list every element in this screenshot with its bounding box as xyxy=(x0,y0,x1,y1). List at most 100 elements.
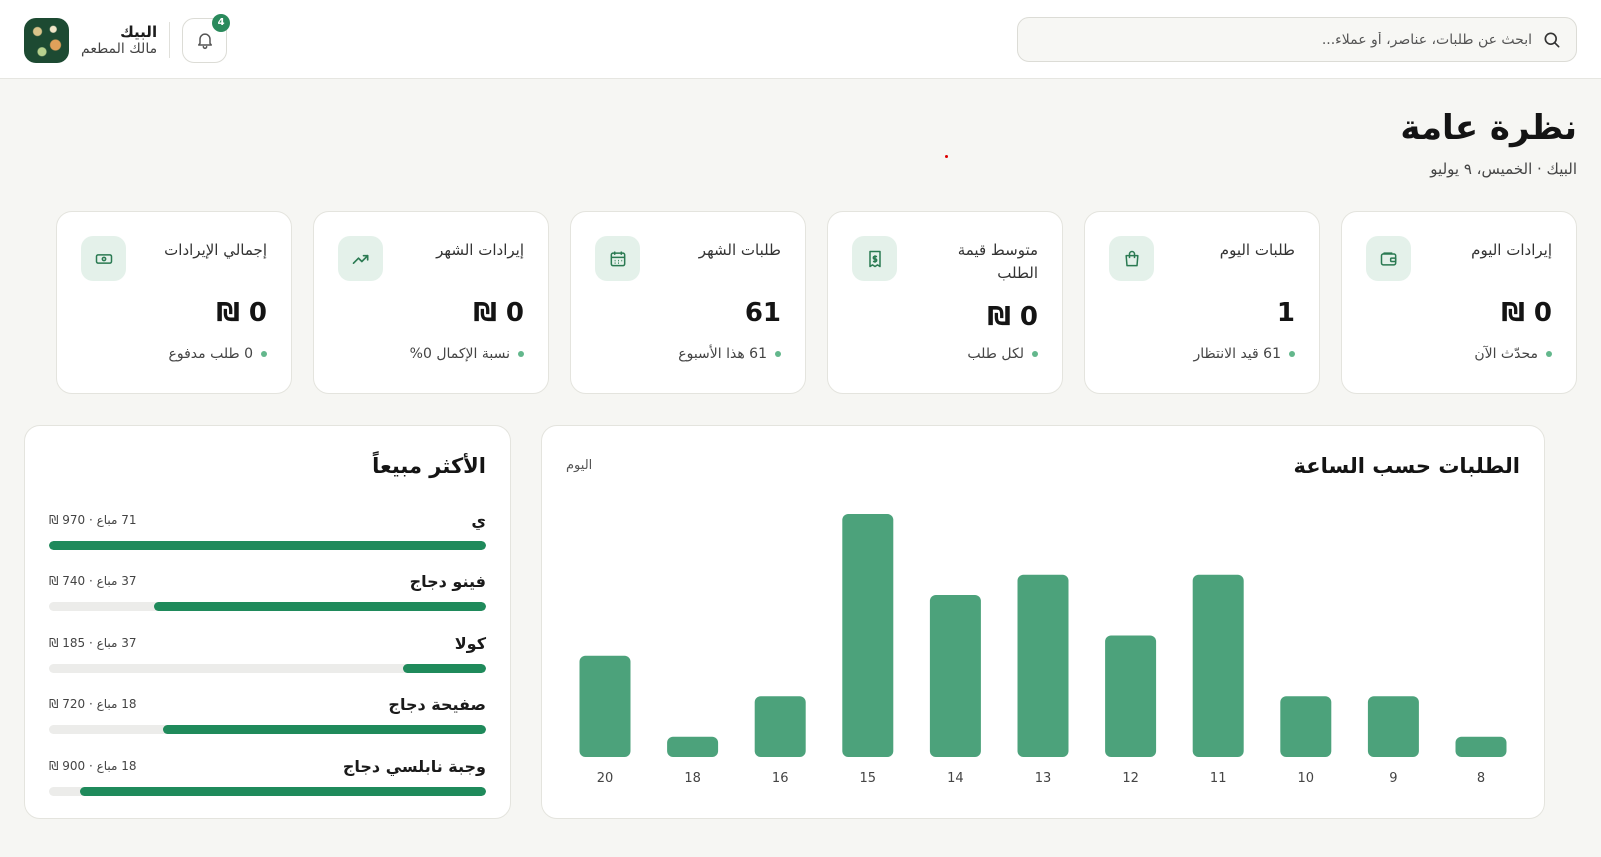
top-bar: البيك مالك المطعم 4 xyxy=(0,0,1601,79)
stat-value: 0 ₪ xyxy=(473,298,524,328)
sales-progress-track xyxy=(49,541,486,550)
banknote-icon xyxy=(81,236,126,281)
best-sellers-title: الأكثر مبيعاً xyxy=(372,454,486,478)
stat-value: 1 xyxy=(1276,298,1295,328)
chart-bar[interactable] xyxy=(1105,635,1157,758)
product-name: ي xyxy=(471,511,486,530)
notifications-button[interactable]: 4 xyxy=(182,13,231,63)
user-name: البيك xyxy=(120,22,158,41)
product-sales-meta: 18 مباع · 900 ₪ xyxy=(49,758,137,773)
stat-sub-text: محدّث الآن xyxy=(1474,346,1538,362)
x-tick-label: 18 xyxy=(684,771,701,786)
product-name: صفيحة دجاج xyxy=(388,695,486,715)
stat-sub: 61 قيد الانتظار xyxy=(1193,346,1295,362)
best-sellers-list: ي 71 مباع · 970 ₪ فينو دجاج 37 مباع · 740 ₪… xyxy=(49,511,486,818)
stat-sub-text: 61 قيد الانتظار xyxy=(1193,346,1282,362)
stat-card-total-revenue[interactable]: إجمالي الإيرادات 0 ₪ 0 طلب مدفوع xyxy=(56,211,292,394)
product-name: وجبة نابلسي دجاج xyxy=(342,756,486,776)
product-name: فينو دجاج xyxy=(409,572,486,592)
chart-bar[interactable] xyxy=(1367,696,1419,757)
page-subtitle: البيك · الخميس، ٩ يوليو xyxy=(1430,160,1577,178)
status-dot xyxy=(518,351,524,357)
x-tick-label: 12 xyxy=(1122,771,1139,786)
user-profile[interactable]: البيك مالك المطعم 4 xyxy=(24,13,231,63)
stat-card-month-orders[interactable]: طلبات الشهر 61 61 هذا الأسبوع xyxy=(570,211,806,394)
product-name: كولا xyxy=(454,633,486,653)
sales-progress-fill xyxy=(153,602,486,612)
stat-sub-text: نسبة الإكمال 0% xyxy=(409,346,510,362)
stat-sub: لكل طلب xyxy=(967,346,1038,362)
receipt-icon xyxy=(852,236,897,281)
sales-progress-fill xyxy=(79,786,486,796)
orders-by-hour-panel: الطلبات حسب الساعة اليوم 8 9 10 11 12 13 14 15 1… xyxy=(541,425,1545,819)
chart-bar[interactable] xyxy=(1280,696,1332,757)
stat-sub-text: 61 هذا الأسبوع xyxy=(678,346,767,362)
search-input[interactable] xyxy=(1018,31,1532,48)
bell-icon xyxy=(197,33,212,50)
stat-label: طلبات الشهر xyxy=(698,241,781,259)
chart-bar[interactable] xyxy=(1192,574,1244,757)
trending-up-icon xyxy=(338,236,383,281)
best-seller-item[interactable]: ي 71 مباع · 970 ₪ xyxy=(49,511,486,572)
chart-bar[interactable] xyxy=(929,595,981,757)
x-tick-label: 14 xyxy=(947,771,964,786)
chart-bar[interactable] xyxy=(842,514,894,757)
search-box[interactable] xyxy=(1017,17,1577,62)
x-tick-label: 9 xyxy=(1389,771,1397,786)
stat-value: 0 ₪ xyxy=(216,298,267,328)
status-dot xyxy=(775,351,781,357)
stat-sub: محدّث الآن xyxy=(1474,346,1552,362)
sales-progress-fill xyxy=(402,663,486,673)
stat-value: 0 ₪ xyxy=(1501,298,1552,328)
best-seller-item[interactable]: صفيحة دجاج 18 مباع · 720 ₪ xyxy=(49,695,486,756)
chart-bar[interactable] xyxy=(1017,574,1069,757)
status-dot xyxy=(1289,351,1295,357)
stat-label: إيرادات اليوم xyxy=(1471,241,1552,259)
stat-card-avg-order-value[interactable]: متوسط قيمة الطلب 0 ₪ لكل طلب xyxy=(827,211,1063,394)
stat-label: متوسط قيمة الطلب xyxy=(957,241,1038,283)
sales-progress-track xyxy=(49,602,486,612)
calendar-icon xyxy=(595,236,640,281)
chart-bar[interactable] xyxy=(754,696,806,757)
wallet-icon xyxy=(1366,236,1411,281)
product-sales-meta: 37 مباع · 740 ₪ xyxy=(49,574,137,589)
stat-value: 61 xyxy=(744,298,781,328)
stat-label: إجمالي الإيرادات xyxy=(164,241,267,259)
sales-progress-fill xyxy=(49,541,486,550)
stats-cards: إيرادات اليوم 0 ₪ محدّث الآن طلبات اليوم… xyxy=(56,211,1577,394)
stat-card-today-orders[interactable]: طلبات اليوم 1 61 قيد الانتظار xyxy=(1084,211,1320,394)
user-role: مالك المطعم xyxy=(81,40,158,57)
stat-label: إيرادات الشهر xyxy=(436,241,524,259)
chart-bar[interactable] xyxy=(579,655,631,757)
chart-bar[interactable] xyxy=(1455,736,1507,757)
x-tick-label: 13 xyxy=(1035,771,1052,786)
sales-progress-fill xyxy=(162,725,486,735)
chart-bar[interactable] xyxy=(667,736,719,757)
artifact-dot xyxy=(945,155,948,158)
stat-sub: 0 طلب مدفوع xyxy=(169,346,267,362)
stat-card-month-revenue[interactable]: إيرادات الشهر 0 ₪ نسبة الإكمال 0% xyxy=(313,211,549,394)
product-sales-meta: 37 مباع · 185 ₪ xyxy=(49,635,137,650)
x-tick-label: 10 xyxy=(1298,771,1315,786)
orders-bar-chart: 8 9 10 11 12 13 14 15 16 18 20 xyxy=(579,514,1507,786)
search-icon xyxy=(1544,32,1560,48)
shopping-bag-icon xyxy=(1109,236,1154,281)
best-seller-item[interactable]: فينو دجاج 37 مباع · 740 ₪ xyxy=(49,572,486,633)
best-sellers-panel: الأكثر مبيعاً ي 71 مباع · 970 ₪ فينو دجاج 3… xyxy=(24,425,511,819)
status-dot xyxy=(1032,351,1038,357)
restaurant-logo[interactable] xyxy=(24,17,69,63)
stat-sub: 61 هذا الأسبوع xyxy=(678,346,781,362)
best-seller-item[interactable]: كولا 37 مباع · 185 ₪ xyxy=(49,634,486,695)
status-dot xyxy=(261,351,267,357)
stat-card-today-revenue[interactable]: إيرادات اليوم 0 ₪ محدّث الآن xyxy=(1341,211,1577,394)
sales-progress-track xyxy=(49,725,486,735)
x-tick-label: 20 xyxy=(597,771,614,786)
stat-sub-text: لكل طلب xyxy=(967,346,1024,362)
x-tick-label: 11 xyxy=(1210,771,1227,786)
x-tick-label: 15 xyxy=(860,771,877,786)
product-sales-meta: 71 مباع · 970 ₪ xyxy=(49,513,137,527)
sales-progress-track xyxy=(49,786,486,796)
stat-value: 0 ₪ xyxy=(987,302,1038,332)
best-seller-item[interactable]: وجبة نابلسي دجاج 18 مباع · 900 ₪ xyxy=(49,757,486,818)
page-title: نظرة عامة xyxy=(1400,108,1577,148)
